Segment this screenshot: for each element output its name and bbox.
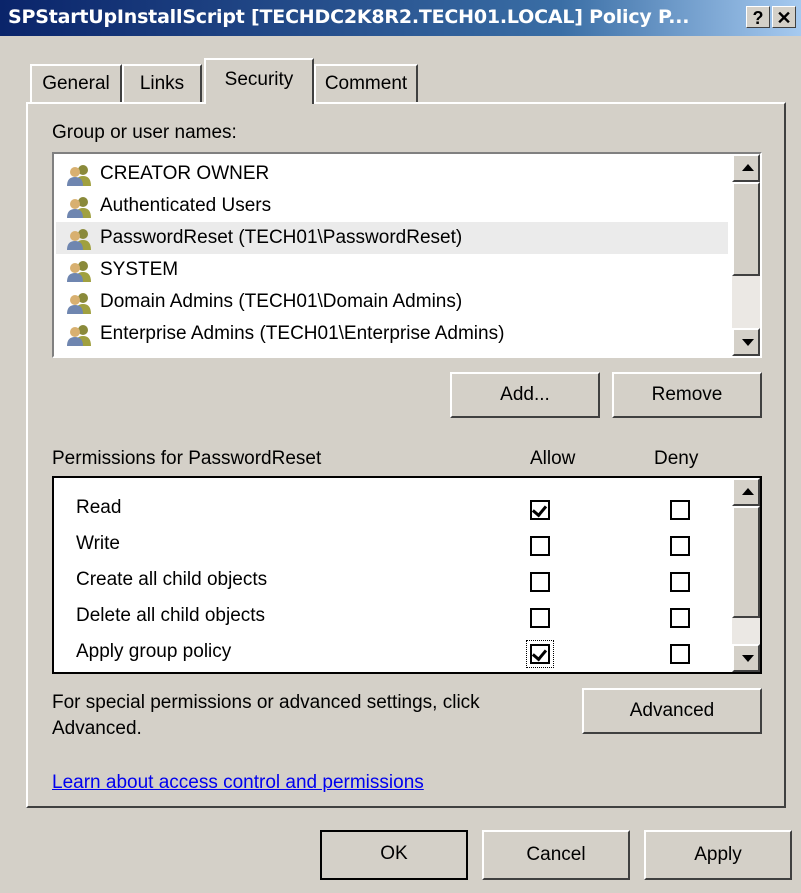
group-name: SYSTEM (100, 259, 179, 280)
group-list[interactable]: CREATOR OWNER Authenticated Users Passwo… (52, 152, 762, 358)
ok-button[interactable]: OK (320, 830, 468, 880)
tab-comment-label: Comment (324, 73, 408, 94)
arrow-down-icon (742, 339, 754, 346)
tab-comment[interactable]: Comment (314, 64, 418, 102)
arrow-up-icon (742, 164, 754, 171)
list-item[interactable]: Authenticated Users (56, 190, 728, 222)
deny-checkbox[interactable] (670, 644, 690, 664)
scroll-thumb[interactable] (732, 182, 760, 276)
allow-checkbox[interactable] (530, 536, 550, 556)
learn-more-link[interactable]: Learn about access control and permissio… (52, 772, 424, 794)
help-button[interactable]: ? (746, 6, 770, 28)
group-names-label: Group or user names: (52, 122, 237, 143)
permission-name: Read (76, 497, 122, 518)
permission-row: Create all child objects (56, 564, 732, 600)
permission-name: Create all child objects (76, 569, 268, 590)
group-name: Enterprise Admins (TECH01\Enterprise Adm… (100, 323, 505, 344)
permission-row: Write (56, 528, 732, 564)
tab-general-label: General (42, 73, 110, 94)
group-name: PasswordReset (TECH01\PasswordReset) (100, 227, 463, 248)
scroll-down-button[interactable] (732, 644, 760, 672)
scroll-up-button[interactable] (732, 478, 760, 506)
list-item[interactable]: Enterprise Admins (TECH01\Enterprise Adm… (56, 318, 728, 356)
allow-header: Allow (530, 448, 576, 469)
permission-name: Delete all child objects (76, 605, 266, 626)
close-button[interactable]: ✕ (772, 6, 796, 28)
deny-header: Deny (654, 448, 699, 469)
list-item[interactable]: Domain Admins (TECH01\Domain Admins) (56, 286, 728, 318)
users-icon (67, 197, 91, 218)
ok-label: OK (380, 843, 408, 864)
tab-links[interactable]: Links (122, 64, 202, 102)
deny-checkbox[interactable] (670, 608, 690, 628)
list-item-selected[interactable]: PasswordReset (TECH01\PasswordReset) (56, 222, 728, 254)
users-icon (67, 261, 91, 282)
group-name: Domain Admins (TECH01\Domain Admins) (100, 291, 463, 312)
title-bar[interactable]: SPStartUpInstallScript [TECHDC2K8R2.TECH… (0, 0, 801, 36)
users-icon (67, 229, 91, 250)
group-name: Authenticated Users (100, 195, 272, 216)
tab-links-label: Links (139, 73, 185, 94)
tab-security-label: Security (224, 69, 294, 90)
group-list-scrollbar[interactable] (732, 154, 760, 356)
scroll-up-button[interactable] (732, 154, 760, 182)
add-button[interactable]: Add... (450, 372, 600, 418)
permissions-label: Permissions for PasswordReset (52, 448, 322, 469)
users-icon (67, 293, 91, 314)
deny-checkbox[interactable] (670, 536, 690, 556)
allow-checkbox[interactable] (530, 572, 550, 592)
cancel-button[interactable]: Cancel (482, 830, 630, 880)
permission-row: Delete all child objects (56, 600, 732, 636)
allow-checkbox[interactable] (530, 500, 550, 520)
scroll-thumb[interactable] (732, 506, 760, 618)
users-icon (67, 325, 91, 346)
apply-button[interactable]: Apply (644, 830, 792, 880)
scroll-down-button[interactable] (732, 328, 760, 356)
arrow-down-icon (742, 655, 754, 662)
permission-row: Apply group policy (56, 636, 732, 672)
list-item[interactable]: CREATOR OWNER (56, 158, 728, 190)
users-icon (67, 165, 91, 186)
list-item[interactable]: SYSTEM (56, 254, 728, 286)
deny-checkbox[interactable] (670, 500, 690, 520)
allow-checkbox[interactable] (526, 640, 554, 668)
window-title: SPStartUpInstallScript [TECHDC2K8R2.TECH… (8, 6, 690, 28)
tab-general[interactable]: General (30, 64, 122, 102)
permission-name: Write (76, 533, 120, 554)
advanced-button[interactable]: Advanced (582, 688, 762, 734)
deny-checkbox[interactable] (670, 572, 690, 592)
advanced-hint-line1: For special permissions or advanced sett… (52, 692, 480, 713)
permissions-scrollbar[interactable] (732, 478, 760, 672)
group-name: CREATOR OWNER (100, 163, 270, 184)
tab-security[interactable]: Security (204, 58, 314, 104)
advanced-hint-line2: Advanced. (52, 718, 142, 739)
arrow-up-icon (742, 488, 754, 495)
permissions-list[interactable]: Read Write Create all child objects Dele… (52, 476, 762, 674)
permission-name: Apply group policy (76, 641, 232, 662)
permission-row: Read (56, 492, 732, 528)
allow-checkbox[interactable] (530, 608, 550, 628)
security-panel: Group or user names: CREATOR OWNER Authe… (26, 102, 786, 808)
remove-button[interactable]: Remove (612, 372, 762, 418)
